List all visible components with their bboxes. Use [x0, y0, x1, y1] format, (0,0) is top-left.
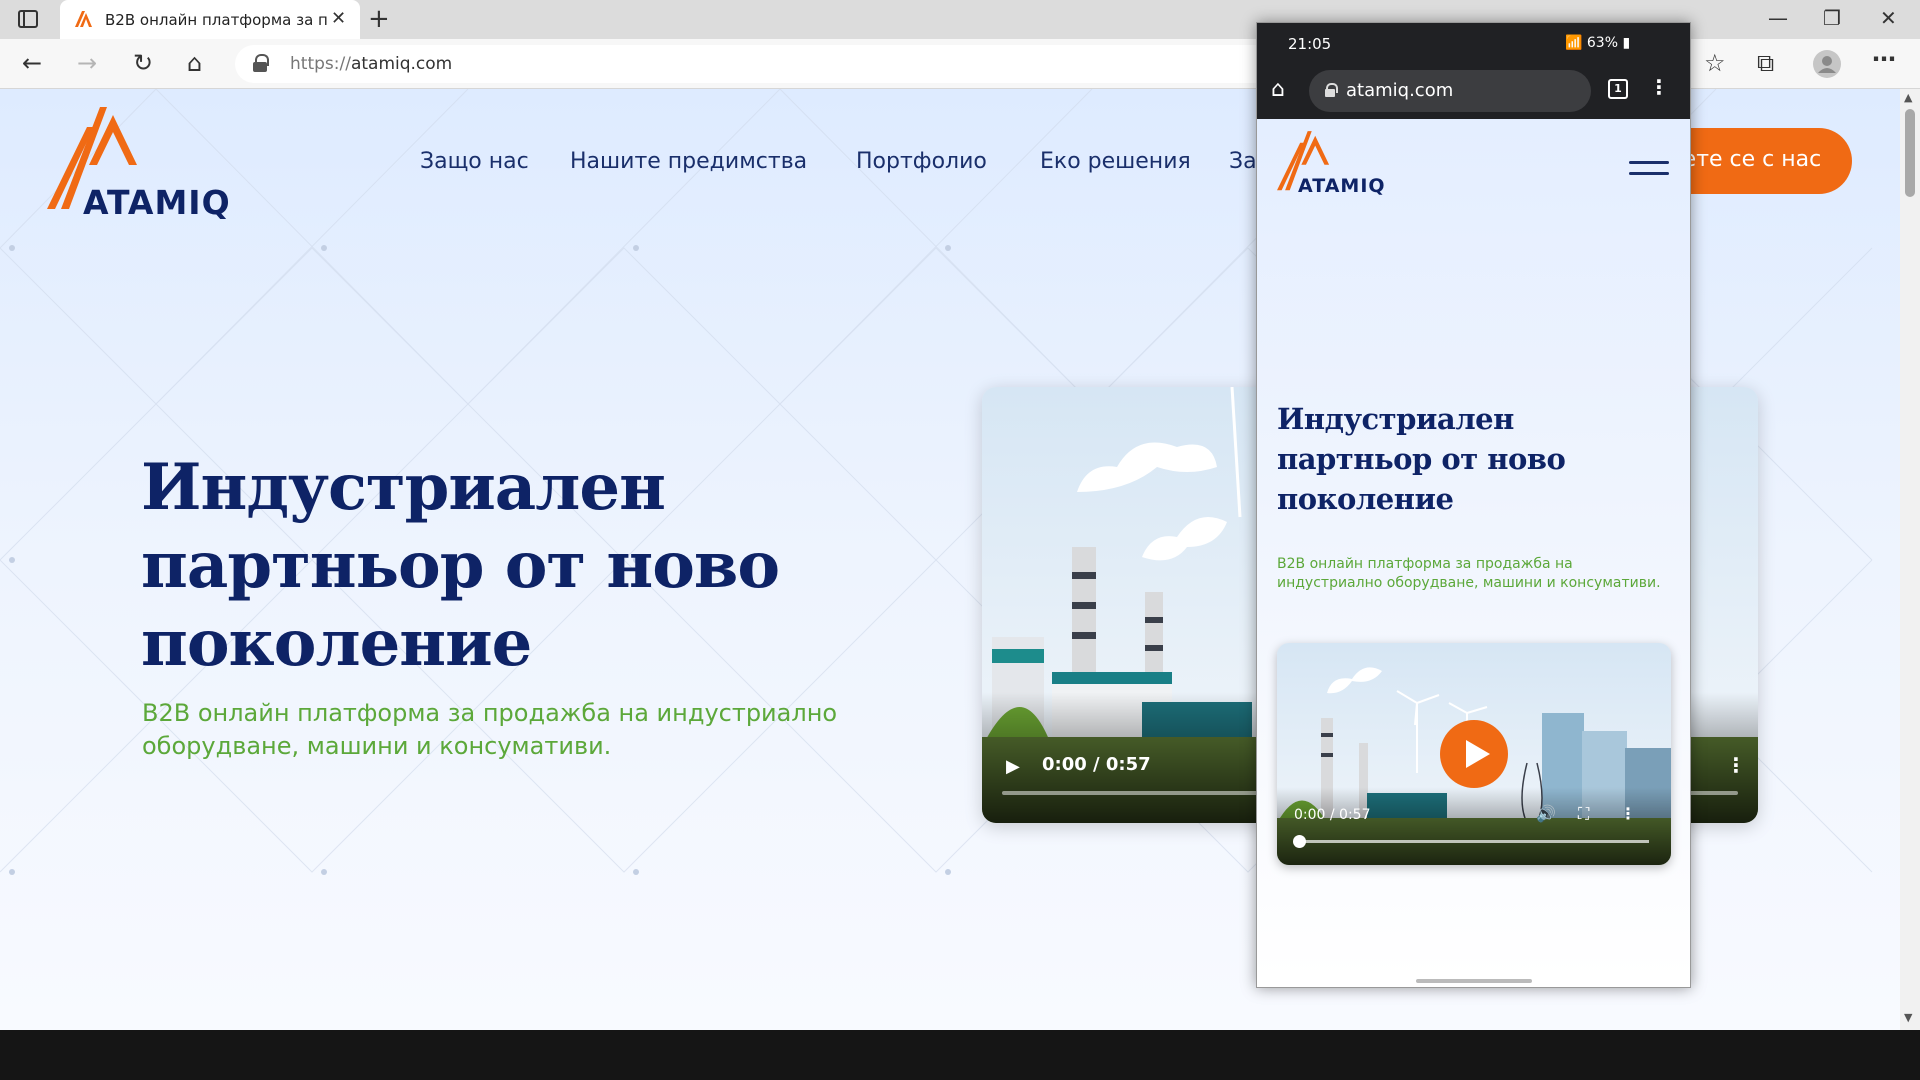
- minimize-icon[interactable]: —: [1768, 6, 1788, 30]
- collections-icon[interactable]: ⧉: [1757, 49, 1774, 77]
- phone-hero-title: Индустриален партньор от ново поколение: [1277, 399, 1677, 519]
- phone-home-icon[interactable]: ⌂: [1271, 77, 1285, 102]
- new-tab-icon[interactable]: +: [368, 4, 390, 34]
- tab-title: B2B онлайн платформа за продажба на инду…: [105, 11, 327, 29]
- forward-icon[interactable]: →: [77, 49, 97, 77]
- phone-hamburger-menu-icon[interactable]: [1629, 161, 1669, 177]
- phone-video-options-icon[interactable]: ⋮: [1620, 804, 1636, 823]
- phone-video-play-button[interactable]: [1440, 720, 1508, 788]
- hero-title-line-2: партньор от ново: [141, 528, 780, 603]
- favorites-icon[interactable]: ☆: [1704, 49, 1726, 77]
- back-icon[interactable]: ←: [22, 49, 42, 77]
- nav-advantages[interactable]: Нашите предимства: [570, 149, 807, 174]
- phone-site-logo[interactable]: ATAMIQ: [1277, 131, 1387, 199]
- phone-video-progress-bar[interactable]: [1297, 840, 1649, 843]
- phone-hero-title-line-2: партньор от ново: [1277, 442, 1566, 476]
- phone-url: atamiq.com: [1346, 80, 1454, 101]
- wifi-signal-icon: 📶: [1565, 35, 1583, 51]
- phone-mirror-window: 21:05 📶 63% ▮ ⌂ atamiq.com 1 ⋮ ATAMIQ Ин…: [1256, 22, 1691, 988]
- restore-icon[interactable]: ❐: [1823, 6, 1841, 30]
- hero-title-line-3: поколение: [141, 606, 532, 681]
- profile-avatar-icon[interactable]: [1813, 50, 1841, 78]
- video-timestamp: 0:00 / 0:57: [1042, 754, 1151, 775]
- phone-clock: 21:05: [1288, 35, 1332, 53]
- phone-logo-wordmark: ATAMIQ: [1298, 175, 1386, 197]
- video-options-icon[interactable]: ⋮: [1726, 753, 1746, 777]
- reload-icon[interactable]: ↻: [133, 49, 153, 77]
- atamiq-favicon-icon: [75, 11, 92, 27]
- screen: B2B онлайн платформа за продажба на инду…: [0, 0, 1920, 1080]
- home-icon[interactable]: ⌂: [187, 49, 202, 77]
- address-url: https://atamiq.com: [290, 54, 453, 74]
- nav-about[interactable]: За: [1229, 149, 1257, 174]
- nav-portfolio[interactable]: Портфолио: [856, 149, 987, 174]
- phone-status-bar: 21:05 📶 63% ▮: [1257, 23, 1690, 63]
- logo-wordmark: ATAMIQ: [83, 183, 231, 222]
- phone-hero-video[interactable]: 0:00 / 0:57 🔊 ⛶ ⋮: [1277, 643, 1671, 865]
- phone-lock-icon: [1325, 83, 1338, 97]
- address-bar[interactable]: https://atamiq.com: [235, 45, 1275, 83]
- hero-title: Индустриален партньор от ново поколение: [141, 449, 941, 683]
- scroll-thumb[interactable]: [1905, 109, 1915, 197]
- site-logo[interactable]: ATAMIQ: [47, 107, 237, 222]
- hero-title-line-1: Индустриален: [141, 450, 666, 525]
- phone-hero-title-line-1: Индустриален: [1277, 402, 1514, 436]
- lock-icon: [253, 54, 269, 72]
- window-close-icon[interactable]: ✕: [1880, 6, 1897, 30]
- more-menu-icon[interactable]: ⋯: [1872, 45, 1896, 73]
- phone-status-icons: 📶 63% ▮: [1565, 35, 1630, 51]
- phone-video-fullscreen-icon[interactable]: ⛶: [1578, 804, 1589, 824]
- tab-close-icon[interactable]: ✕: [331, 8, 346, 29]
- nav-why-us[interactable]: Защо нас: [420, 149, 529, 174]
- scroll-up-icon[interactable]: ▲: [1904, 91, 1912, 104]
- phone-hero-subtitle: B2B онлайн платформа за продажба на инду…: [1277, 556, 1661, 591]
- phone-video-timestamp: 0:00 / 0:57: [1294, 807, 1371, 823]
- nav-eco-solutions[interactable]: Еко решения: [1040, 149, 1191, 174]
- phone-gesture-bar[interactable]: [1416, 979, 1532, 983]
- page-scrollbar[interactable]: ▲ ▼: [1900, 89, 1920, 1030]
- phone-webpage: ATAMIQ Индустриален партньор от ново пок…: [1257, 119, 1690, 979]
- phone-hero-title-line-3: поколение: [1277, 482, 1454, 516]
- hero-subtitle: B2B онлайн платформа за продажба на инду…: [142, 699, 838, 760]
- phone-video-volume-icon[interactable]: 🔊: [1536, 804, 1556, 823]
- tab-actions-icon[interactable]: [18, 10, 38, 28]
- phone-tab-switcher-icon[interactable]: 1: [1608, 79, 1628, 99]
- scroll-down-icon[interactable]: ▼: [1904, 1011, 1912, 1024]
- phone-address-bar[interactable]: atamiq.com: [1309, 70, 1591, 112]
- phone-menu-icon[interactable]: ⋮: [1649, 75, 1669, 99]
- browser-tab[interactable]: B2B онлайн платформа за продажба на инду…: [60, 0, 360, 39]
- battery-icon: ▮: [1622, 35, 1631, 51]
- phone-browser-toolbar: ⌂ atamiq.com 1 ⋮: [1257, 63, 1690, 119]
- video-play-icon[interactable]: ▶: [1006, 756, 1020, 777]
- phone-video-scrubber[interactable]: [1293, 835, 1306, 848]
- battery-level: 63%: [1586, 35, 1619, 51]
